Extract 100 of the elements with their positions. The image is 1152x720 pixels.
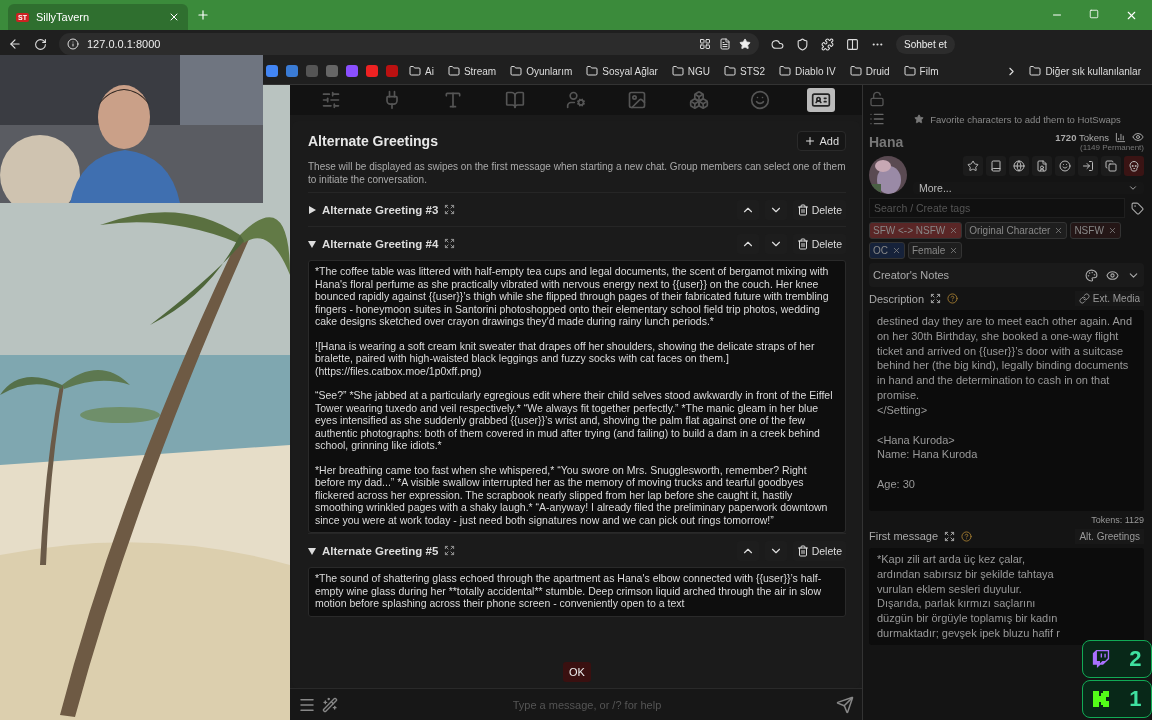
- expand-icon[interactable]: [444, 238, 456, 249]
- add-button[interactable]: Add: [797, 131, 846, 151]
- greeting-text-area[interactable]: [308, 567, 846, 617]
- maximize-icon[interactable]: [1089, 8, 1099, 19]
- bookmark-folder[interactable]: Druid: [846, 63, 893, 79]
- greeting-text-area[interactable]: [308, 260, 846, 533]
- chat-button[interactable]: Sohbet et: [896, 34, 955, 54]
- user-gear-icon: [565, 90, 586, 110]
- back-icon[interactable]: [8, 37, 22, 51]
- sliders-icon: [320, 90, 341, 110]
- bookmark-folder[interactable]: Ai: [406, 63, 437, 79]
- bookmark-folder[interactable]: NGU: [668, 63, 714, 79]
- list-icon[interactable]: [869, 111, 885, 127]
- token-count: Tokens: 1129: [1091, 514, 1144, 525]
- letter-icon: [443, 90, 464, 110]
- send-icon[interactable]: [836, 695, 854, 714]
- eye-icon[interactable]: [1106, 268, 1119, 282]
- tag[interactable]: OC: [869, 242, 905, 259]
- tag[interactable]: NSFW: [1070, 222, 1121, 239]
- unlocked-lock-icon[interactable]: [869, 91, 885, 107]
- ok-button[interactable]: OK: [563, 662, 591, 682]
- ext-media-button[interactable]: Ext. Media: [1074, 291, 1144, 306]
- tab-title: SillyTavern: [35, 11, 91, 23]
- export-button[interactable]: [1078, 156, 1098, 176]
- remove-icon[interactable]: [1107, 226, 1117, 235]
- tag[interactable]: Female: [908, 242, 963, 259]
- remove-icon[interactable]: [949, 226, 959, 235]
- book-button[interactable]: [986, 156, 1006, 176]
- bookmark-folder[interactable]: Film: [900, 63, 942, 79]
- favicon[interactable]: [286, 65, 298, 77]
- help-icon[interactable]: [961, 530, 973, 542]
- nav-tab[interactable]: [807, 88, 836, 112]
- trash-icon: [796, 237, 809, 250]
- smiley-icon: [1059, 160, 1071, 172]
- favicon[interactable]: [386, 65, 398, 77]
- expand-icon[interactable]: [444, 204, 456, 215]
- tag-icon[interactable]: [1131, 201, 1144, 215]
- creators-notes-label[interactable]: Creator's Notes: [873, 269, 950, 281]
- caret-icon[interactable]: [308, 239, 316, 248]
- folder-icon: [409, 65, 421, 77]
- remove-icon[interactable]: [892, 246, 901, 255]
- favicon[interactable]: [366, 65, 378, 77]
- trash-icon: [796, 203, 809, 216]
- caret-icon[interactable]: [308, 205, 316, 214]
- trash-icon: [796, 544, 809, 557]
- page-icon[interactable]: [719, 38, 731, 50]
- export-icon: [1082, 160, 1094, 172]
- expand-icon[interactable]: [930, 293, 942, 304]
- close-icon[interactable]: [168, 11, 180, 23]
- help-icon[interactable]: [947, 293, 959, 304]
- alt-greetings-button[interactable]: Alt. Greetings: [1075, 528, 1144, 544]
- greeting-title: Alternate Greeting #3: [322, 203, 439, 216]
- favicon[interactable]: [346, 65, 358, 77]
- link-icon: [1078, 293, 1090, 304]
- reload-icon[interactable]: [34, 37, 47, 51]
- bookmark-folder[interactable]: Diğer sık kullanılanlar: [1026, 63, 1144, 79]
- first-message-field[interactable]: [869, 547, 1144, 645]
- folder-icon: [671, 65, 684, 77]
- tag[interactable]: SFW <-> NSFW: [869, 222, 963, 239]
- caret-icon[interactable]: [308, 546, 316, 555]
- star-button[interactable]: [963, 156, 983, 176]
- character-name: Hana: [869, 133, 904, 150]
- grid-icon[interactable]: [699, 38, 711, 50]
- plus-icon[interactable]: [196, 8, 210, 22]
- greeting-paragraph: “See?” *She jabbed at a particularly egregious edit where their child selves stood awkwardly in front of the Eiffel Tower wearing tuxedo and veil respectively.* “We always fit together perfectly.” *The manic gleam in her blue eyes intensified as she suddenly grabbed {{user}}’s wrist and, shoving the palm flat against one of the few authentic photographs: both of them covered in mud after trying (and failing) to build a dam in a creek behind school, grinning like idiots.*: [315, 389, 834, 452]
- greeting-paragraph: *The sound of shattering glass echoed through the apartment as Hana's elbow connected with {{user}}’s half-empty wine glass during her **totally accidental** stumble. Deep crimson liquid arched through the air in slow motion before splashing across their phone screen - conveniently open to a text: [315, 572, 823, 610]
- remove-icon[interactable]: [1054, 226, 1064, 235]
- popup-description: These will be displayed as swipes on the first message when starting a new chat. Group members can select one of them to initiate the conversation.: [308, 160, 846, 186]
- bookmark-folder[interactable]: Diablo IV: [776, 63, 839, 79]
- favicon[interactable]: [266, 65, 278, 77]
- expand-icon[interactable]: [444, 545, 456, 556]
- favicon[interactable]: [326, 65, 338, 77]
- file-user-icon: [1036, 160, 1048, 172]
- eye-icon[interactable]: [1132, 131, 1144, 143]
- remove-icon[interactable]: [949, 246, 959, 255]
- star-icon[interactable]: [739, 38, 751, 50]
- bookmark-folder[interactable]: Oyunlarım: [507, 63, 576, 79]
- puzzle-icon[interactable]: [821, 37, 834, 51]
- file-user-button[interactable]: [1032, 156, 1052, 176]
- chart-icon[interactable]: [1115, 131, 1126, 143]
- palette-icon[interactable]: [1085, 268, 1098, 282]
- folder-icon: [779, 65, 792, 77]
- expand-icon[interactable]: [944, 530, 956, 542]
- globe-button[interactable]: [1009, 156, 1029, 176]
- cloud-icon[interactable]: [771, 37, 784, 51]
- address-field[interactable]: 127.0.0.1:8000: [59, 33, 759, 55]
- copy-button[interactable]: [1101, 156, 1121, 176]
- folder-icon: [724, 65, 737, 77]
- bookmark-folder[interactable]: Stream: [444, 63, 500, 79]
- tag[interactable]: Original Character: [965, 222, 1068, 239]
- split-view-icon[interactable]: [846, 37, 859, 51]
- bookmark-folder[interactable]: Sosyal Ağlar: [583, 63, 661, 79]
- shield-icon[interactable]: [796, 37, 809, 51]
- cubes-icon: [688, 90, 709, 110]
- bookmark-folder[interactable]: STS2: [721, 63, 769, 79]
- tag-search-field[interactable]: Search / Create tags: [869, 198, 1125, 218]
- smiley-button[interactable]: [1055, 156, 1075, 176]
- wand-icon[interactable]: [322, 696, 338, 713]
- delete-button[interactable]: [1124, 156, 1144, 176]
- token-total: 1720 Tokens: [1055, 131, 1109, 143]
